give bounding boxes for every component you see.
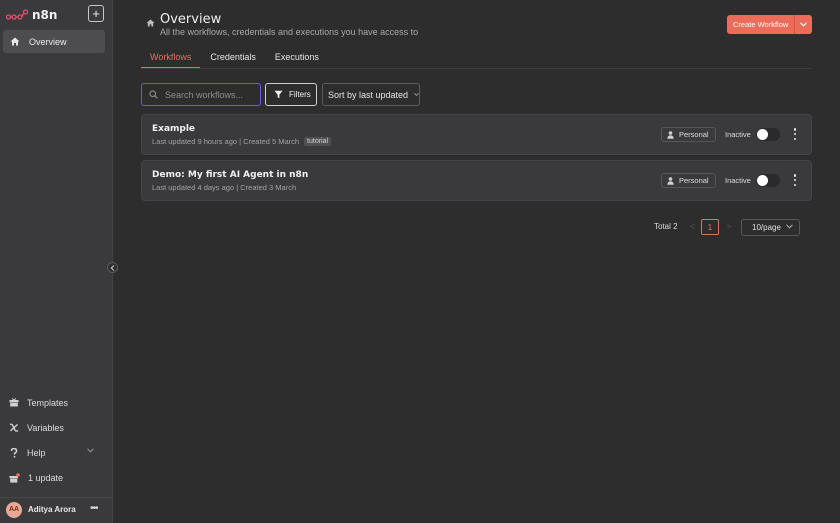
toggle-knob [757, 129, 768, 140]
workflow-name[interactable]: Demo: My first AI Agent in n8n [152, 170, 308, 180]
sort-label: Sort by last updated [328, 89, 409, 100]
owner-badge: Personal [661, 173, 716, 188]
sort-select[interactable]: Sort by last updated [322, 83, 420, 106]
sidebar-item-label: Templates [27, 397, 69, 408]
brand-name: n8n [32, 8, 58, 22]
chevron-down-icon [786, 224, 793, 229]
sidebar-item-updates[interactable]: 1 update [0, 465, 112, 490]
active-status-label: Inactive [725, 176, 751, 185]
owner-label: Personal [679, 176, 709, 185]
user-menu-dots-icon[interactable]: ••• [90, 503, 98, 514]
sidebar-item-overview[interactable]: Overview [3, 30, 105, 53]
workflow-card[interactable]: Example Last updated 9 hours ago | Creat… [141, 114, 812, 155]
create-workflow-label: Create Workflow [733, 20, 789, 29]
more-options-icon[interactable] [791, 173, 799, 187]
avatar: AA [6, 501, 22, 518]
workflow-meta: Last updated 4 days ago | Created 3 Marc… [152, 183, 296, 192]
chevron-down-icon [800, 22, 807, 27]
tab-credentials[interactable]: Credentials [201, 52, 265, 69]
active-toggle[interactable] [756, 174, 780, 187]
workflow-meta-text: Last updated 4 days ago | Created 3 Marc… [152, 183, 297, 192]
sidebar-item-label: Overview [29, 36, 67, 47]
user-icon [667, 130, 674, 139]
page-subtitle: All the workflows, credentials and execu… [160, 27, 419, 37]
filters-label: Filters [289, 90, 311, 99]
tab-divider [141, 68, 812, 69]
active-toggle[interactable] [756, 128, 780, 141]
page-title: Overview [160, 12, 222, 27]
toggle-knob [757, 175, 768, 186]
page-size-label: 10/page [752, 223, 781, 232]
collapse-sidebar-button[interactable] [107, 262, 118, 273]
sidebar-item-templates[interactable]: Templates [0, 390, 112, 415]
sidebar: n8n + Overview Templates Variables Help [0, 0, 113, 523]
question-icon [10, 447, 18, 458]
search-input[interactable]: Search workflows... [141, 83, 261, 106]
box-icon [9, 398, 19, 407]
user-name: Aditya Arora [28, 505, 76, 514]
tab-workflows[interactable]: Workflows [141, 52, 201, 69]
user-menu[interactable]: AA Aditya Arora ••• [0, 497, 112, 521]
workflow-name[interactable]: Example [152, 124, 195, 134]
chevron-left-icon [110, 264, 115, 271]
filter-icon [274, 90, 283, 99]
more-options-icon[interactable] [791, 127, 799, 141]
n8n-logo-icon [6, 9, 28, 20]
add-button[interactable]: + [88, 5, 104, 22]
create-workflow-button[interactable]: Create Workflow [727, 15, 812, 34]
workflow-tag[interactable]: tutorial [304, 137, 332, 146]
active-status-label: Inactive [725, 130, 751, 139]
owner-label: Personal [679, 130, 709, 139]
search-icon [149, 90, 158, 99]
workflow-meta-text: Last updated 9 hours ago | Created 5 Mar… [152, 137, 300, 146]
gift-icon [9, 472, 20, 483]
chevron-down-icon [414, 93, 419, 96]
prev-page-button[interactable]: < [690, 222, 695, 231]
page-number-button[interactable]: 1 [701, 219, 719, 235]
tab-bar: Workflows Credentials Executions [141, 52, 329, 69]
sidebar-bottom-nav: Templates Variables Help 1 update [0, 390, 112, 490]
page-size-select[interactable]: 10/page [741, 219, 800, 236]
sidebar-item-label: 1 update [28, 472, 64, 483]
user-icon [667, 176, 674, 185]
sidebar-item-variables[interactable]: Variables [0, 415, 112, 440]
total-count: Total 2 [654, 222, 678, 231]
search-placeholder: Search workflows... [165, 89, 244, 100]
home-icon [146, 19, 155, 27]
owner-badge: Personal [661, 127, 716, 142]
tab-executions[interactable]: Executions [266, 52, 328, 69]
sidebar-item-label: Variables [27, 422, 64, 433]
sidebar-item-help[interactable]: Help [0, 440, 112, 465]
create-options-dropdown[interactable] [795, 22, 812, 27]
workflow-card[interactable]: Demo: My first AI Agent in n8n Last upda… [141, 160, 812, 201]
next-page-button[interactable]: > [727, 222, 732, 231]
filters-button[interactable]: Filters [265, 83, 317, 106]
home-icon [10, 37, 20, 46]
workflow-meta: Last updated 9 hours ago | Created 5 Mar… [152, 137, 332, 146]
variable-icon [9, 423, 19, 432]
sidebar-item-label: Help [27, 447, 46, 458]
chevron-down-icon [87, 448, 94, 453]
